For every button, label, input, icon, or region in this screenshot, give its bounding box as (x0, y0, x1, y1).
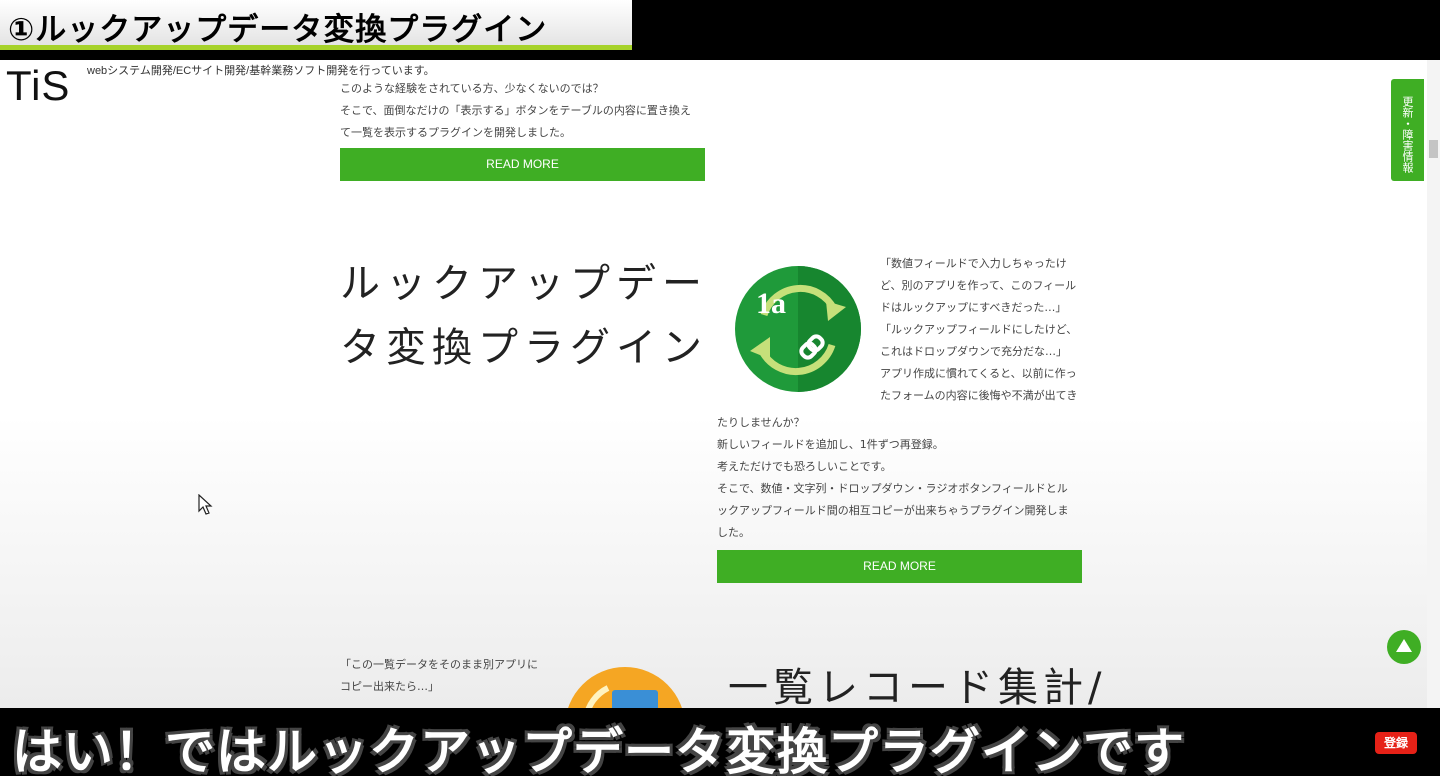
text-line: 「この一覧データをそのまま別アプリに (340, 658, 538, 671)
text-line: した。 (717, 526, 750, 539)
section2-body-text: たりしませんか？ 新しいフィールドを追加し、1件ずつ再登録。 考えただけでも恐ろ… (717, 412, 1069, 544)
section3-text: 「この一覧データをそのまま別アプリに コピー出来たら…」 (340, 654, 538, 698)
section2-side-text: 「数値フィールドで入力しちゃったけ ど、別のアプリを作って、このフィール ドはル… (880, 253, 1077, 407)
video-subtitle: はい！ではルックアップデータ変換プラグインです (12, 723, 1185, 776)
text-line: 新しいフィールドを追加し、1件ずつ再登録。 (717, 438, 944, 451)
title-line: ルックアップデー (340, 261, 708, 307)
text-line: ど、別のアプリを作って、このフィール (880, 279, 1077, 292)
title-line: タ変換プラグイン (340, 325, 708, 371)
text-line: ドはルックアップにすべきだった…」 (880, 301, 1067, 314)
text-line: 「数値フィールドで入力しちゃったけ (880, 257, 1067, 270)
text-line: 考えただけでも恐ろしいことです。 (717, 460, 892, 473)
text-line: そこで、面倒なだけの「表示する」ボタンをテーブルの内容に置き換え (340, 104, 691, 117)
site-logo[interactable]: TiS (6, 62, 70, 110)
plugin-title: ルックアップデー タ変換プラグイン (340, 252, 708, 380)
lookup-plugin-icon: 1a (734, 265, 862, 393)
aggregate-plugin-icon (564, 666, 686, 708)
read-more-button-1[interactable]: READ MORE (340, 148, 705, 181)
text-line: コピー出来たら…」 (340, 680, 439, 693)
update-info-tab[interactable]: 更新・障害情報 (1391, 79, 1424, 181)
logo-text: TiS (6, 62, 71, 109)
text-line: て一覧を表示するプラグインを開発しました。 (340, 126, 571, 139)
read-more-button-2[interactable]: READ MORE (717, 550, 1082, 583)
video-title-text: ①ルックアップデータ変換プラグイン (8, 12, 548, 48)
web-page: TiS webシステム開発/ECサイト開発/基幹業務ソフト開発を行っています。 … (0, 60, 1440, 708)
text-line: たフォームの内容に後悔や不満が出てき (880, 389, 1078, 402)
section1-text: このような経験をされている方、少なくないのでは？ そこで、面倒なだけの「表示する… (340, 78, 691, 144)
subscribe-badge[interactable]: 登録 (1375, 732, 1417, 754)
scroll-to-top-button[interactable] (1387, 630, 1421, 664)
icon-label: 1a (756, 287, 786, 320)
text-line: アプリ作成に慣れてくると、以前に作っ (880, 367, 1077, 380)
text-line: ックアップフィールド間の相互コピーが出来ちゃうプラグイン開発しま (717, 504, 1069, 517)
video-top-bar: ①ルックアップデータ変換プラグイン (0, 0, 1440, 60)
mouse-cursor-icon (198, 494, 213, 515)
text-line: そこで、数値・文字列・ドロップダウン・ラジオボタンフィールドとル (717, 482, 1068, 495)
text-line: 「ルックアップフィールドにしたけど、 (880, 323, 1078, 336)
video-bottom-bar: はい！ではルックアップデータ変換プラグインです 登録 (0, 708, 1440, 776)
text-line: たりしませんか？ (717, 416, 805, 429)
video-title-caption: ①ルックアップデータ変換プラグイン (0, 0, 632, 50)
aggregate-title: 一覧レコード集計/ (728, 665, 1107, 708)
scrollbar-thumb[interactable] (1429, 140, 1438, 158)
text-line: これはドロップダウンで充分だな…」 (880, 345, 1067, 358)
site-tagline: webシステム開発/ECサイト開発/基幹業務ソフト開発を行っています。 (87, 65, 435, 77)
text-line: このような経験をされている方、少なくないのでは？ (340, 82, 604, 95)
